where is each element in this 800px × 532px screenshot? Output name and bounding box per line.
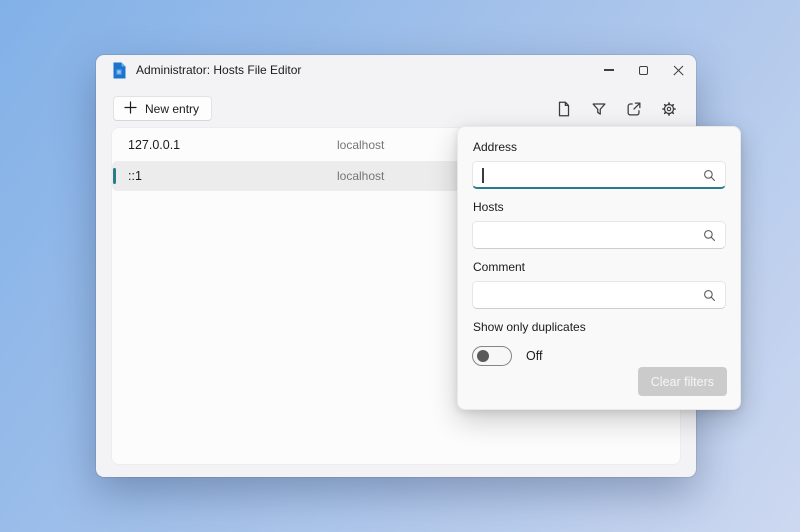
comment-filter-field [472,281,726,309]
selection-accent-bar [113,168,116,184]
window-controls [591,55,696,85]
toggle-knob [477,350,489,362]
plus-icon [124,101,137,117]
app-document-icon [112,62,126,79]
toolbar-actions [551,96,682,122]
hosts-filter-input[interactable] [473,222,725,248]
filter-button[interactable] [586,96,612,122]
file-button[interactable] [551,96,577,122]
address-filter-label: Address [473,140,726,154]
filter-panel: Address Hosts Comment Show only duplicat… [457,126,741,410]
duplicates-toggle-state: Off [526,349,542,363]
settings-gear-icon [660,100,678,118]
clear-filters-button[interactable]: Clear filters [638,367,727,396]
comment-filter-label: Comment [473,260,726,274]
entry-address: ::1 [128,169,142,183]
file-icon [555,100,573,118]
close-button[interactable] [661,55,696,85]
comment-filter-input[interactable] [473,282,725,308]
maximize-button[interactable] [626,55,661,85]
address-filter-field [472,161,726,189]
close-icon [673,65,684,76]
duplicates-toggle-row: Off [472,346,726,366]
open-external-icon [625,100,643,118]
filter-icon [590,100,608,118]
settings-button[interactable] [656,96,682,122]
maximize-icon [639,66,648,75]
window-title: Administrator: Hosts File Editor [136,63,301,77]
open-external-button[interactable] [621,96,647,122]
new-entry-button[interactable]: New entry [113,96,212,121]
entry-hosts: localhost [337,169,384,183]
duplicates-toggle-switch[interactable] [472,346,512,366]
titlebar: Administrator: Hosts File Editor [96,55,696,85]
toolbar: New entry [96,96,696,122]
entry-hosts: localhost [337,138,384,152]
hosts-filter-label: Hosts [473,200,726,214]
address-filter-input[interactable] [473,162,725,187]
new-entry-label: New entry [145,102,199,116]
duplicates-toggle-label: Show only duplicates [473,320,726,334]
entry-address: 127.0.0.1 [128,138,180,152]
minimize-button[interactable] [591,55,626,85]
minimize-icon [604,69,614,70]
text-cursor [482,168,484,183]
hosts-filter-field [472,221,726,249]
